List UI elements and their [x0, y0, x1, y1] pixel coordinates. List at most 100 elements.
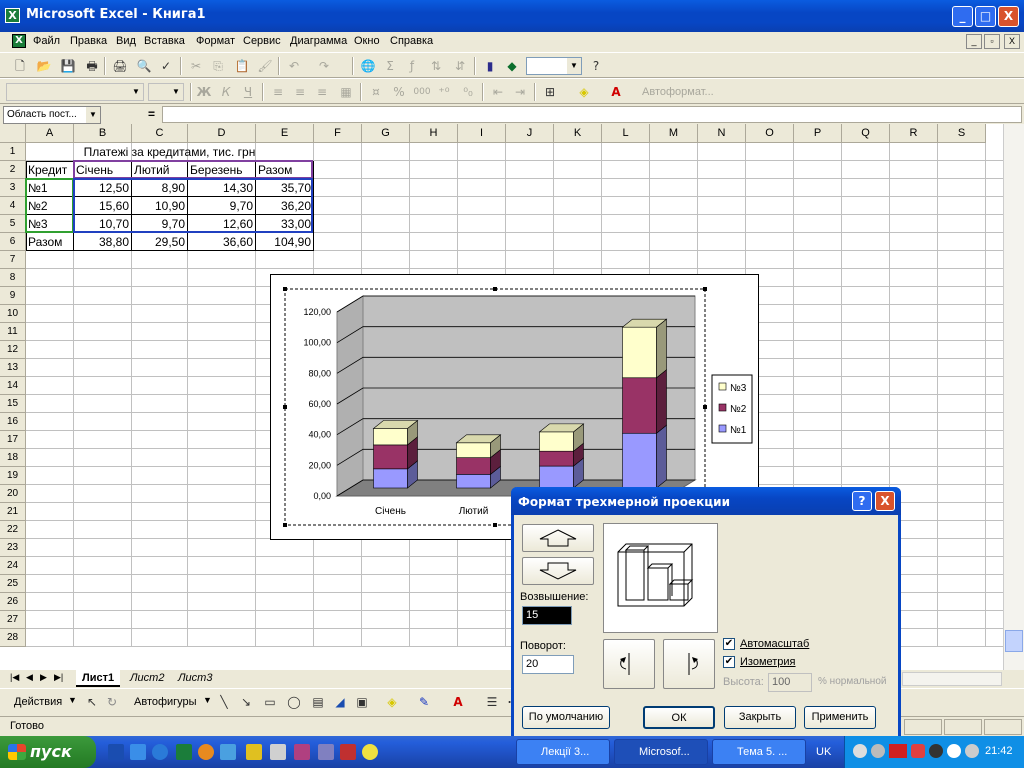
tool-quicklaunch-icon[interactable]: [246, 744, 262, 760]
row-header-16[interactable]: 16: [0, 413, 26, 431]
fill-color-icon[interactable]: ◈: [384, 694, 400, 710]
menu-view[interactable]: Вид: [116, 35, 136, 47]
app-quicklaunch-icon[interactable]: [294, 744, 310, 760]
cell-A1[interactable]: Платежі за кредитами, тис. грн: [26, 143, 313, 161]
line-icon[interactable]: ╲: [216, 694, 232, 710]
row-header-27[interactable]: 27: [0, 611, 26, 629]
task-excel[interactable]: Microsof...: [614, 739, 708, 765]
column-header-M[interactable]: M: [650, 124, 698, 143]
function-icon[interactable]: ƒ: [404, 58, 420, 74]
ie-quicklaunch-icon[interactable]: [152, 744, 168, 760]
column-header-O[interactable]: O: [746, 124, 794, 143]
sort-asc-icon[interactable]: ⇅: [428, 58, 444, 74]
print-icon[interactable]: 🖨: [112, 58, 128, 74]
undo-icon[interactable]: ↶: [286, 58, 302, 74]
column-header-L[interactable]: L: [602, 124, 650, 143]
row-header-10[interactable]: 10: [0, 305, 26, 323]
column-header-H[interactable]: H: [410, 124, 458, 143]
column-header-A[interactable]: A: [26, 124, 74, 143]
menu-help[interactable]: Справка: [390, 35, 433, 47]
language-indicator[interactable]: UK: [816, 746, 831, 758]
rectangle-icon[interactable]: ▭: [262, 694, 278, 710]
autosum-icon[interactable]: Σ: [382, 58, 398, 74]
height-input[interactable]: 100: [768, 673, 812, 692]
row-header-7[interactable]: 7: [0, 251, 26, 269]
desktop-quicklaunch-icon[interactable]: [130, 744, 146, 760]
isometric-label[interactable]: Изометрия: [740, 656, 796, 668]
draw-actions-button[interactable]: Действия: [14, 696, 62, 708]
hyperlink-icon[interactable]: 🌐: [360, 58, 376, 74]
tray-icon[interactable]: [853, 744, 867, 758]
app3-quicklaunch-icon[interactable]: [340, 744, 356, 760]
autoscale-checkbox[interactable]: ✔: [723, 638, 735, 650]
horizontal-scrollbar[interactable]: [902, 672, 1002, 686]
spelling-icon[interactable]: ✓: [158, 58, 174, 74]
select-objects-icon[interactable]: ↖: [84, 694, 100, 710]
row-header-15[interactable]: 15: [0, 395, 26, 413]
decrease-decimal-icon[interactable]: ⁰₀: [460, 84, 476, 100]
paste-icon[interactable]: 📋: [234, 58, 250, 74]
row-header-22[interactable]: 22: [0, 521, 26, 539]
chevron-down-icon[interactable]: ▼: [169, 84, 183, 100]
first-sheet-button[interactable]: |◀: [10, 672, 19, 683]
tray-icon[interactable]: [929, 744, 943, 758]
menu-chart[interactable]: Диаграмма: [290, 35, 347, 47]
column-header-G[interactable]: G: [362, 124, 410, 143]
line-style-icon[interactable]: ☰: [484, 694, 500, 710]
textbox-icon[interactable]: ▤: [310, 694, 326, 710]
row-header-13[interactable]: 13: [0, 359, 26, 377]
format-painter-icon[interactable]: 🖌: [257, 58, 273, 74]
vertical-scrollbar[interactable]: [1003, 124, 1024, 670]
doc-icon[interactable]: X: [12, 34, 26, 48]
rotate-right-button[interactable]: [663, 639, 715, 689]
column-header-D[interactable]: D: [188, 124, 256, 143]
dialog-help-button[interactable]: ?: [852, 491, 872, 511]
menu-edit[interactable]: Правка: [70, 35, 107, 47]
formula-input[interactable]: [162, 106, 1022, 123]
rotation-input[interactable]: 20: [522, 655, 574, 674]
row-header-21[interactable]: 21: [0, 503, 26, 521]
row-header-3[interactable]: 3: [0, 179, 26, 197]
excel-app-icon[interactable]: X: [5, 8, 20, 23]
elevation-up-button[interactable]: [522, 524, 594, 552]
row-header-2[interactable]: 2: [0, 161, 26, 179]
title-bar[interactable]: X Microsoft Excel - Книга1 _ □ X: [0, 0, 1024, 32]
row-header-9[interactable]: 9: [0, 287, 26, 305]
autoformat-button[interactable]: Автоформат...: [642, 86, 714, 98]
autoscale-label[interactable]: Автомасштаб: [740, 638, 809, 650]
line-color-icon[interactable]: ✎: [416, 694, 432, 710]
rotate-icon[interactable]: ↻: [104, 694, 120, 710]
formula-equals[interactable]: =: [148, 107, 155, 121]
start-button[interactable]: пуск: [0, 736, 96, 768]
chevron-down-icon[interactable]: ▼: [203, 695, 212, 705]
minimize-button[interactable]: _: [952, 6, 973, 27]
increase-indent-icon[interactable]: ⇥: [512, 84, 528, 100]
tab-sheet2[interactable]: Лист2: [124, 670, 170, 687]
elevation-down-button[interactable]: [522, 557, 594, 585]
scroll-thumb[interactable]: [1005, 630, 1023, 652]
save-icon[interactable]: 💾: [60, 58, 76, 74]
open-icon[interactable]: 📂: [36, 58, 52, 74]
tray-icon[interactable]: [965, 744, 979, 758]
zoom-combo[interactable]: ▼: [526, 57, 582, 75]
clipart-icon[interactable]: ▣: [354, 694, 370, 710]
ati-tray-icon[interactable]: [889, 744, 907, 758]
bulb-quicklaunch-icon[interactable]: [362, 744, 378, 760]
row-header-18[interactable]: 18: [0, 449, 26, 467]
tab-sheet1[interactable]: Лист1: [76, 670, 121, 687]
clock[interactable]: 21:42: [985, 745, 1013, 757]
ok-button[interactable]: ОК: [643, 706, 715, 729]
chart-wizard-icon[interactable]: ▮: [482, 58, 498, 74]
column-header-J[interactable]: J: [506, 124, 554, 143]
column-header-N[interactable]: N: [698, 124, 746, 143]
currency-icon[interactable]: ¤: [368, 84, 384, 100]
font-color-icon[interactable]: A: [450, 694, 466, 710]
align-right-icon[interactable]: ≡: [314, 84, 330, 100]
default-button[interactable]: По умолчанию: [522, 706, 610, 729]
doc-close-button[interactable]: X: [1004, 34, 1020, 49]
rotate-left-button[interactable]: [603, 639, 655, 689]
column-header-I[interactable]: I: [458, 124, 506, 143]
row-header-14[interactable]: 14: [0, 377, 26, 395]
permission-icon[interactable]: 🖶: [84, 58, 100, 74]
autoshapes-button[interactable]: Автофигуры: [134, 696, 197, 708]
